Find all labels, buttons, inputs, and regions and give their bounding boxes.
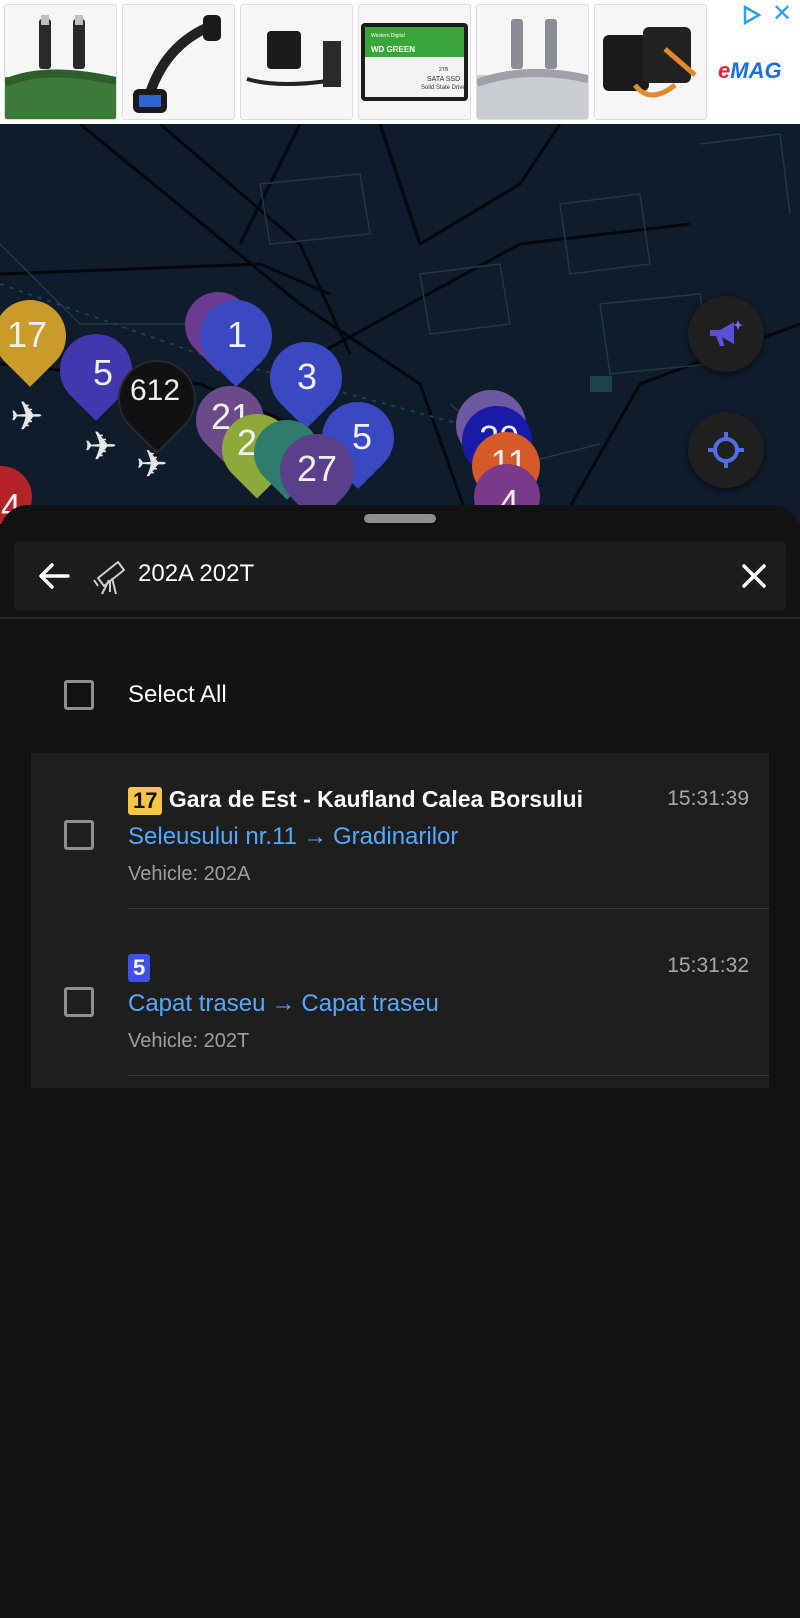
item-checkbox[interactable] xyxy=(64,987,94,1017)
close-icon[interactable] xyxy=(734,556,774,596)
ad-product-tile[interactable] xyxy=(240,4,353,120)
ssd-capacity-text: 2TB xyxy=(439,67,449,73)
map-marker-label[interactable]: 27 xyxy=(282,448,352,490)
airplane-icon: ✈ xyxy=(136,444,168,486)
ad-brand-text: MAG xyxy=(730,58,782,83)
ssd-brand-text: Western Digital xyxy=(371,33,405,39)
search-input[interactable]: 202A 202T xyxy=(138,560,254,588)
ad-close-icon[interactable]: ✕ xyxy=(770,2,794,26)
divider xyxy=(128,908,769,909)
airplane-icon: ✈ xyxy=(10,395,44,439)
vehicle-label: Vehicle: 202A xyxy=(128,863,251,885)
route-to: Gradinarilor xyxy=(333,823,459,850)
list-item[interactable]: 5 15:31:32 Capat traseu → Capat traseu Veh… xyxy=(31,920,769,1087)
route-badge: 5 xyxy=(128,953,151,982)
route-badge: 17 xyxy=(128,786,163,815)
route-from: Seleusului nr.11 xyxy=(128,823,298,850)
ssd-label-text: WD GREEN xyxy=(371,45,415,54)
map-view[interactable]: 17 1 5 612 3 21 2 5 27 20 11 4 14 ✈ ✈ ✈ xyxy=(0,124,800,524)
item-checkbox[interactable] xyxy=(64,820,94,850)
search-divider xyxy=(0,617,800,619)
ssd-desc-text: Solid State Drive xyxy=(421,85,466,91)
my-location-button[interactable] xyxy=(688,412,764,488)
route-from: Capat traseu xyxy=(128,990,266,1017)
arrow-right-icon: → xyxy=(271,990,296,1017)
item-title-row: 17 Gara de Est - Kaufland Calea Borsului xyxy=(128,786,583,815)
ad-product-tile[interactable] xyxy=(476,4,589,120)
arrow-left-icon[interactable] xyxy=(34,556,74,596)
ad-brand-logo: eMAG xyxy=(718,58,782,83)
route-direction[interactable]: Capat traseu → Capat traseu xyxy=(128,990,439,1018)
ad-choices-icon[interactable] xyxy=(740,4,762,26)
vehicle-label: Vehicle: 202T xyxy=(128,1030,250,1052)
arrow-right-icon: → xyxy=(303,823,328,850)
telescope-icon xyxy=(92,556,132,596)
announcement-button[interactable] xyxy=(688,296,764,372)
ad-product-tile[interactable] xyxy=(594,4,707,120)
ssd-type-text: SATA SSD xyxy=(427,76,460,83)
bottom-sheet: 202A 202T Select All 17 Gara de Est - Ka… xyxy=(0,505,800,1618)
route-to: Capat traseu xyxy=(301,990,439,1017)
timestamp: 15:31:39 xyxy=(667,787,749,810)
map-marker-label[interactable]: 3 xyxy=(272,356,342,398)
item-title-row: 5 xyxy=(128,953,151,982)
map-marker-label[interactable]: 1 xyxy=(202,314,272,356)
drag-handle[interactable] xyxy=(364,514,436,523)
map-marker-label[interactable]: 612 xyxy=(120,374,190,408)
divider xyxy=(128,1075,769,1076)
vehicle-list: 17 Gara de Est - Kaufland Calea Borsului… xyxy=(31,753,769,1088)
ad-product-tile[interactable]: Western Digital WD GREEN 2TB SATA SSD So… xyxy=(358,4,471,120)
map-marker-label[interactable]: 17 xyxy=(0,314,62,356)
map-streets xyxy=(0,124,800,524)
airplane-icon: ✈ xyxy=(84,425,118,469)
list-item[interactable]: 17 Gara de Est - Kaufland Calea Borsului… xyxy=(31,753,769,920)
ad-product-tile[interactable] xyxy=(4,4,117,120)
route-title: Gara de Est - Kaufland Calea Borsului xyxy=(168,786,583,812)
ad-product-tile[interactable] xyxy=(122,4,235,120)
timestamp: 15:31:32 xyxy=(667,954,749,977)
megaphone-sparkle-icon xyxy=(710,320,743,346)
search-bar[interactable]: 202A 202T xyxy=(14,542,786,610)
select-all-checkbox[interactable] xyxy=(64,680,94,710)
route-direction[interactable]: Seleusului nr.11 → Gradinarilor xyxy=(128,823,458,851)
select-all-label: Select All xyxy=(128,681,227,708)
crosshair-locate-icon xyxy=(708,432,744,468)
ad-banner[interactable]: Western Digital WD GREEN 2TB SATA SSD So… xyxy=(0,0,800,124)
